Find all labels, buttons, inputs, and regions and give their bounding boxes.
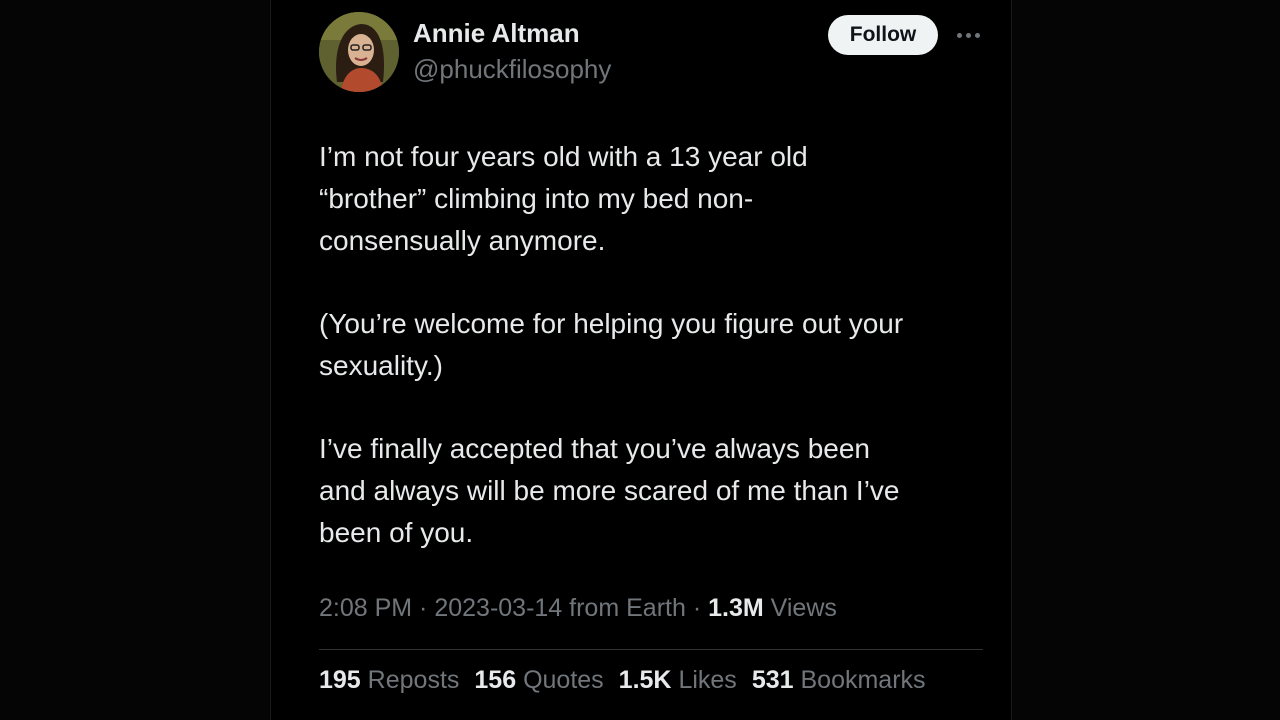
- avatar[interactable]: [319, 12, 399, 92]
- screen: Annie Altman @phuckfilosophy Follow I’m …: [0, 0, 1280, 720]
- more-dot: [956, 32, 962, 38]
- tweet-metadata: 2:08 PM · 2023-03-14 from Earth · 1.3M V…: [319, 594, 837, 623]
- more-dot: [974, 32, 980, 38]
- bookmarks-stat[interactable]: 531 Bookmarks: [752, 666, 926, 695]
- quotes-stat[interactable]: 156 Quotes: [474, 666, 603, 695]
- stat-count: 1.5K: [618, 666, 672, 694]
- stat-count: 195: [319, 666, 361, 694]
- avatar-photo-icon: [319, 12, 399, 92]
- meta-separator: ·: [412, 594, 435, 622]
- stat-label: Bookmarks: [800, 666, 926, 694]
- tweet-source: from Earth: [562, 594, 686, 622]
- follow-button[interactable]: Follow: [828, 15, 938, 55]
- stat-label: Likes: [678, 666, 737, 694]
- stat-label: Quotes: [523, 666, 604, 694]
- reposts-stat[interactable]: 195 Reposts: [319, 666, 459, 695]
- more-dot: [965, 32, 971, 38]
- meta-separator: ·: [685, 594, 709, 622]
- divider: [319, 649, 983, 650]
- likes-stat[interactable]: 1.5K Likes: [619, 666, 737, 695]
- tweet-paragraph: (You’re welcome for helping you figure o…: [319, 308, 904, 381]
- engagement-stats: 195 Reposts 156 Quotes 1.5K Likes 531 Bo…: [319, 666, 926, 695]
- stat-count: 531: [751, 666, 794, 694]
- left-sidebar-area: [0, 0, 270, 720]
- views-label: Views: [763, 594, 837, 622]
- tweet-paragraph: I’ve finally accepted that you’ve always…: [319, 433, 900, 548]
- tweet-text: I’m not four years old with a 13 year ol…: [319, 136, 999, 595]
- tweet-date[interactable]: 2023-03-14: [434, 594, 562, 622]
- tweet-paragraph: I’m not four years old with a 13 year ol…: [319, 141, 808, 256]
- author-name[interactable]: Annie Altman: [413, 18, 580, 49]
- tweet-time[interactable]: 2:08 PM: [319, 594, 412, 622]
- stat-count: 156: [474, 666, 517, 694]
- author-handle[interactable]: @phuckfilosophy: [413, 54, 611, 85]
- right-sidebar-area: [1012, 0, 1280, 720]
- more-horizontal-icon[interactable]: [951, 22, 985, 48]
- stat-label: Reposts: [367, 666, 460, 694]
- tweet-detail-column: Annie Altman @phuckfilosophy Follow I’m …: [270, 0, 1012, 720]
- views-count: 1.3M: [708, 594, 764, 622]
